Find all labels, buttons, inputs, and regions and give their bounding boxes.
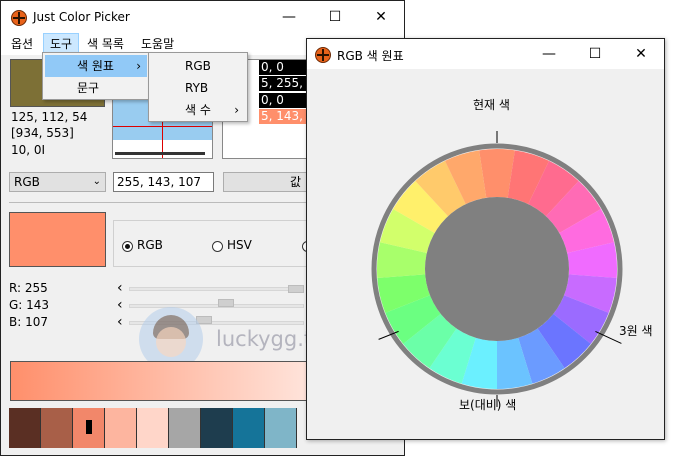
submenu-item-ryb-label: RYB	[185, 81, 209, 95]
window-title: Just Color Picker	[33, 10, 130, 24]
menu-item-text-label: 문구	[77, 81, 100, 95]
wheel-title-bar[interactable]: RGB 색 원표 — ☐ ✕	[307, 39, 664, 69]
submenu-item-color-count-label: 색 수	[185, 103, 211, 117]
slider-g-track[interactable]	[129, 304, 304, 308]
picked-offset-text: 10, 0I	[11, 143, 46, 157]
magnifier-bar	[115, 152, 205, 155]
menu-item-text[interactable]: 문구	[45, 77, 147, 99]
palette-selection-marker	[86, 420, 92, 434]
menu-item-color-wheel-label: 색 원표	[77, 59, 114, 73]
palette-swatch[interactable]	[105, 408, 137, 448]
palette-swatch[interactable]	[137, 408, 169, 448]
radio-hsv-label: HSV	[227, 238, 252, 252]
palette-swatch[interactable]	[233, 408, 265, 448]
slider-r-thumb[interactable]	[288, 285, 304, 293]
history-line: 0, 0	[259, 93, 309, 108]
radio-hsv[interactable]	[212, 241, 223, 252]
copy-button-label: 값	[290, 175, 302, 189]
maximize-button[interactable]: ☐	[312, 1, 358, 33]
slider-r-track[interactable]	[129, 287, 304, 291]
submenu-item-rgb-label: RGB	[185, 59, 211, 73]
picked-coords-text: [934, 553]	[11, 126, 74, 140]
menu-item-color-wheel[interactable]: 색 원표 ›	[45, 55, 147, 77]
wheel-window-title: RGB 색 원표	[337, 49, 404, 63]
avatar-face	[156, 327, 186, 357]
slider-g-label: G: 143	[9, 298, 50, 312]
slider-b-left-arrow[interactable]: ‹	[117, 314, 123, 330]
app-icon	[315, 47, 331, 63]
picked-rgb-text: 125, 112, 54	[11, 110, 88, 124]
slider-r-left-arrow[interactable]: ‹	[117, 280, 123, 296]
chevron-down-icon: ⌄	[92, 176, 101, 187]
submenu-item-color-count[interactable]: 색 수 ›	[151, 99, 245, 121]
radio-rgb-label: RGB	[137, 238, 163, 252]
palette-swatch[interactable]	[41, 408, 73, 448]
mode-group: RGB HSV	[113, 220, 313, 267]
palette-swatch[interactable]	[9, 408, 41, 448]
slider-g-thumb[interactable]	[218, 299, 235, 307]
radio-rgb[interactable]	[122, 241, 133, 252]
palette-swatch[interactable]	[265, 408, 297, 448]
submenu-item-rgb[interactable]: RGB	[151, 55, 245, 77]
format-select-value: RGB	[14, 175, 40, 189]
app-icon	[11, 10, 27, 26]
submenu-item-ryb[interactable]: RYB	[151, 77, 245, 99]
minimize-button[interactable]: —	[526, 39, 572, 69]
wheel-center	[425, 197, 569, 341]
menu-options[interactable]: 옵션	[5, 33, 39, 55]
close-button[interactable]: ✕	[358, 1, 404, 33]
maximize-button[interactable]: ☐	[572, 39, 618, 69]
wheel-submenu: RGB RYB 색 수 ›	[148, 52, 248, 122]
slider-g-left-arrow[interactable]: ‹	[117, 297, 123, 313]
history-line: 0, 0	[259, 60, 309, 75]
minimize-button[interactable]: —	[266, 1, 312, 33]
chevron-right-icon: ›	[234, 103, 239, 117]
close-button[interactable]: ✕	[618, 39, 664, 69]
color-wheel-window: RGB 색 원표 — ☐ ✕ 현재 색 3원 색 보(대비) 색	[306, 38, 665, 440]
chevron-right-icon: ›	[136, 59, 141, 73]
slider-r-label: R: 255	[9, 281, 48, 295]
history-line: 5, 255, 255	[259, 76, 309, 105]
color-value-field[interactable]: 255, 143, 107	[113, 172, 214, 192]
tools-menu: 색 원표 › 문구	[42, 52, 150, 100]
slider-b-label: B: 107	[9, 315, 48, 329]
format-select[interactable]: RGB ⌄	[9, 172, 106, 192]
magnifier-crosshair-h	[113, 126, 212, 127]
copy-button[interactable]: 값	[223, 172, 311, 192]
palette-swatch[interactable]	[169, 408, 201, 448]
palette-swatch[interactable]	[201, 408, 233, 448]
color-wheel[interactable]	[307, 69, 664, 439]
current-color-swatch	[9, 212, 106, 267]
history-line: 5, 143, 107	[259, 109, 309, 138]
title-bar[interactable]: Just Color Picker — ☐ ✕	[1, 1, 404, 33]
